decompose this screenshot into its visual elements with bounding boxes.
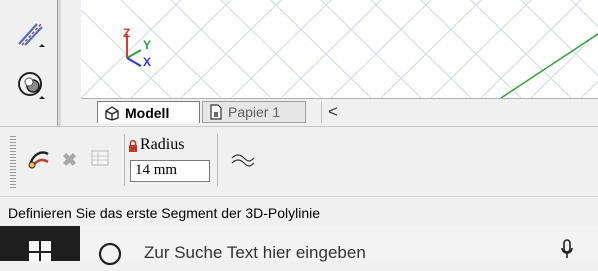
tab-paper[interactable]: Papier 1: [202, 101, 306, 123]
table-icon[interactable]: [90, 148, 110, 173]
tab-model-label: Modell: [125, 104, 170, 121]
lock-icon[interactable]: [128, 139, 138, 157]
ucs-z-label: Z: [123, 26, 131, 40]
tab-model[interactable]: Modell: [97, 101, 200, 123]
viewport-frame: [61, 0, 82, 126]
search-icon: [96, 238, 124, 271]
polyline-tool-icon[interactable]: [26, 146, 52, 177]
isometric-grid: [81, 0, 598, 98]
layout-tabs: Modell Papier 1 <: [81, 98, 598, 127]
shape-tool-icon[interactable]: [13, 68, 47, 102]
model-icon: [105, 105, 119, 121]
search-placeholder: Zur Suche Text hier eingeben: [144, 243, 366, 262]
toolbar-grip[interactable]: [10, 136, 16, 188]
radius-input[interactable]: 14 mm: [130, 160, 210, 182]
drawing-viewport[interactable]: Z Y X: [81, 0, 598, 98]
windows-icon[interactable]: [28, 240, 52, 269]
close-icon[interactable]: ✖: [62, 150, 77, 171]
radius-label: Radius: [140, 136, 185, 153]
curve-icon[interactable]: [230, 150, 256, 175]
line-draw-icon[interactable]: [13, 16, 47, 50]
command-prompt-text: Definieren Sie das erste Segment der 3D-…: [8, 205, 321, 221]
paper-layout-icon: [210, 104, 222, 120]
ucs-x-label: X: [143, 55, 152, 69]
ucs-y-label: Y: [143, 38, 152, 52]
tab-paper-label: Papier 1: [228, 104, 281, 120]
tab-scroll-left-button[interactable]: <: [321, 101, 361, 123]
